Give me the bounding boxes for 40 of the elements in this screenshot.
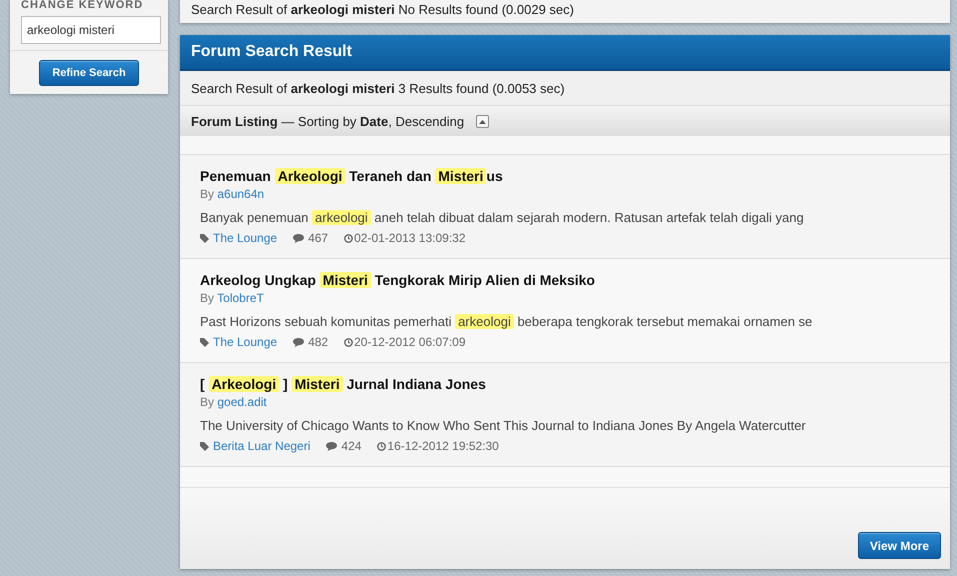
tag-icon	[200, 338, 209, 346]
clock-icon	[344, 338, 354, 346]
tag-icon	[200, 442, 209, 450]
reply-count: 424	[341, 439, 362, 453]
forum-link[interactable]: The Lounge	[213, 231, 278, 245]
speech-bubble-icon	[293, 234, 304, 242]
forum-link[interactable]: The Lounge	[213, 335, 278, 349]
author-link[interactable]: TolobreT	[217, 291, 264, 305]
post-title[interactable]: [ Arkeologi ] Misteri Jurnal Indiana Jones	[200, 375, 486, 394]
post-author: By a6un64n	[200, 187, 264, 201]
post-excerpt: The University of Chicago Wants to Know Who Sent This Journal to Indiana Jones By Angela Watercutter	[200, 417, 806, 435]
speech-bubble-icon	[326, 442, 338, 450]
post-excerpt: Banyak penemuan arkeologi aneh telah dibuat dalam sejarah modern. Ratusan artefak telah digali yang	[200, 209, 804, 227]
forum-link[interactable]: Berita Luar Negeri	[213, 439, 310, 453]
clock-icon	[344, 234, 354, 242]
post-author: By TolobreT	[200, 291, 264, 305]
sort-info: Forum Listing — Sorting by Date, Descending	[191, 114, 464, 128]
post-date: 02-01-2013 13:09:32	[354, 231, 466, 245]
section-title: Forum Search Result	[191, 43, 352, 61]
view-more-button[interactable]: View More	[858, 532, 941, 559]
post-title[interactable]: Arkeolog Ungkap Misteri Tengkorak Mirip Alien di Meksiko	[200, 271, 595, 290]
post-date: 20-12-2012 06:07:09	[354, 335, 466, 349]
reply-count: 482	[308, 335, 328, 349]
post-author: By goed.adit	[200, 395, 267, 409]
caret-icon	[479, 118, 486, 124]
refine-search-button[interactable]: Refine Search	[39, 60, 139, 86]
tag-icon	[200, 234, 209, 242]
post-title[interactable]: Penemuan Arkeologi Teraneh dan Misteri us	[200, 167, 503, 186]
keyword-field[interactable]: arkeologi misteri	[21, 16, 161, 44]
post-date: 16-12-2012 19:52:30	[387, 439, 499, 453]
search-summary: Search Result of arkeologi misteri 3 Results found (0.0053 sec)	[191, 80, 565, 96]
clock-icon	[377, 442, 386, 450]
author-link[interactable]: a6un64n	[217, 187, 264, 201]
previous-search-summary: Search Result of arkeologi misteri No Results found (0.0029 sec)	[191, 2, 574, 16]
author-link[interactable]: goed.adit	[217, 395, 267, 409]
field-label: CHANGE KEYWORD	[21, 0, 144, 12]
collapse-button[interactable]	[476, 114, 490, 128]
speech-bubble-icon	[293, 338, 304, 346]
reply-count: 467	[308, 231, 328, 245]
post-excerpt: Past Horizons sebuah komunitas pemerhati arkeologi beberapa tengkorak tersebut memakai ornamen se	[200, 313, 812, 331]
